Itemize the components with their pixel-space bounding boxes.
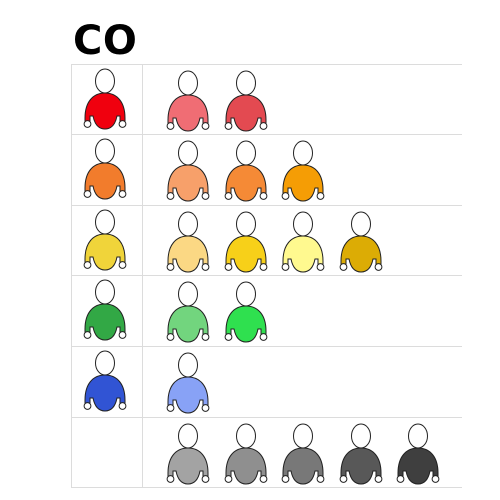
row-red <box>71 64 462 134</box>
person-icon <box>159 207 217 275</box>
row-green <box>71 275 462 345</box>
row-yellow <box>71 205 462 275</box>
person-icon <box>217 66 275 134</box>
person-icon <box>159 136 217 204</box>
person-icon <box>159 348 217 416</box>
divider <box>71 487 462 488</box>
row-gray <box>71 417 462 487</box>
person-icon <box>76 275 134 343</box>
page-title: CO <box>73 18 138 64</box>
person-icon <box>76 134 134 202</box>
person-icon <box>159 66 217 134</box>
person-icon <box>332 419 390 487</box>
person-icon <box>76 346 134 414</box>
person-icon <box>159 277 217 345</box>
person-icon <box>217 419 275 487</box>
person-icon <box>274 136 332 204</box>
person-icon <box>274 419 332 487</box>
row-blue <box>71 346 462 416</box>
person-icon <box>217 136 275 204</box>
person-icon <box>332 207 390 275</box>
person-icon <box>389 419 447 487</box>
row-orange <box>71 134 462 204</box>
person-icon <box>217 277 275 345</box>
person-icon <box>76 205 134 273</box>
person-icon <box>217 207 275 275</box>
person-icon <box>159 419 217 487</box>
person-icon <box>274 207 332 275</box>
people-grid <box>71 64 462 488</box>
person-icon <box>76 64 134 132</box>
